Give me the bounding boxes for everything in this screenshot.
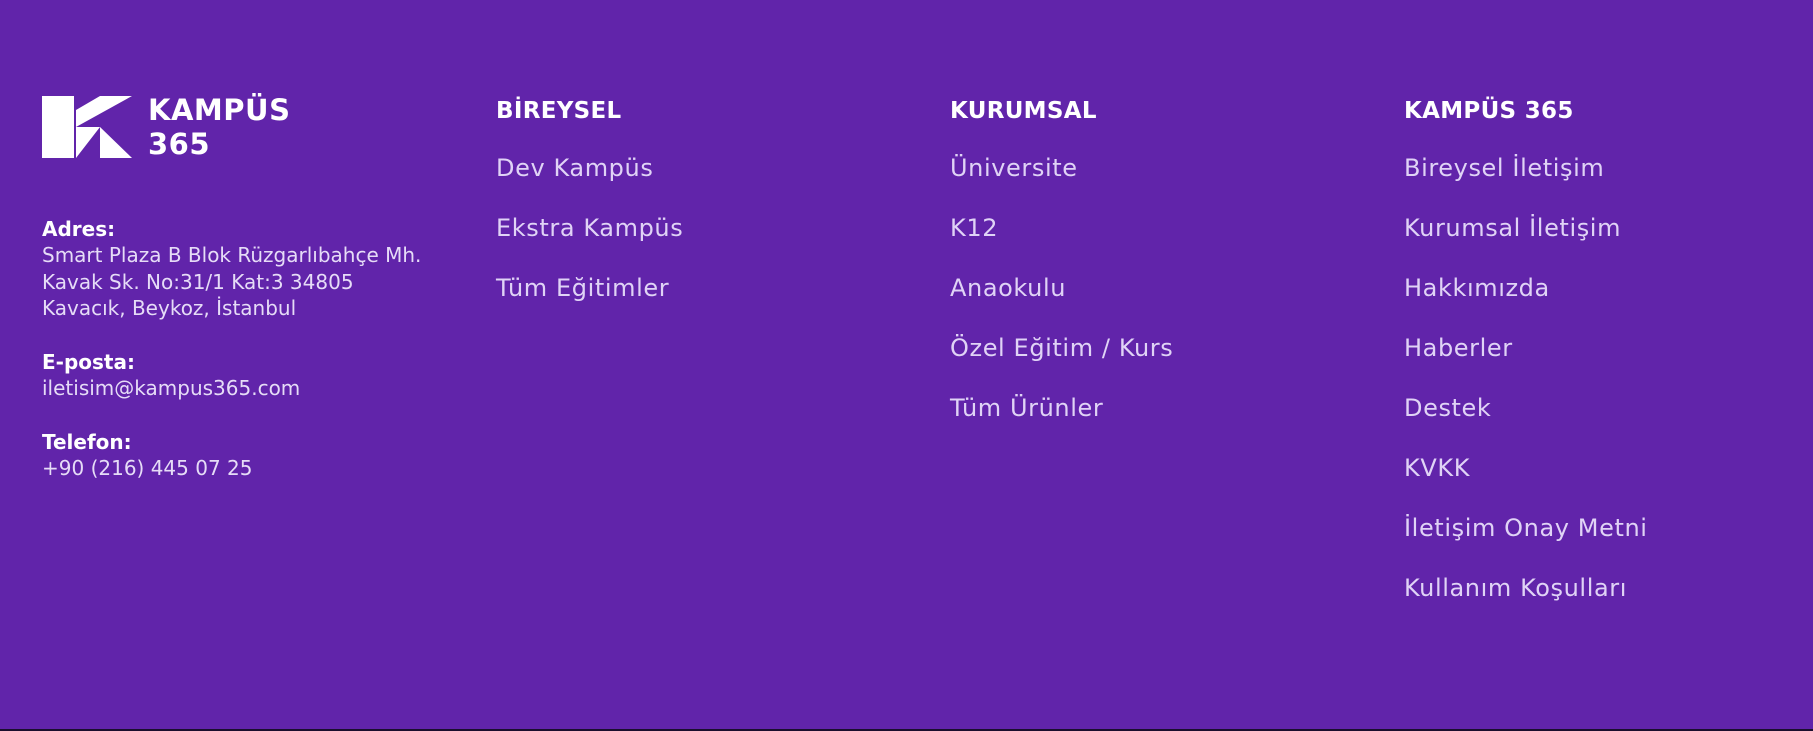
site-footer: KAMPÜS 365 Adres: Smart Plaza B Blok Rüz… bbox=[0, 0, 1813, 729]
logo-wordmark: KAMPÜS 365 bbox=[148, 93, 290, 161]
kurumsal-title: KURUMSAL bbox=[950, 98, 1097, 124]
bireysel-links: Dev Kampüs Ekstra Kampüs Tüm Eğitimler bbox=[496, 153, 683, 303]
logo-text-line1: KAMPÜS bbox=[148, 93, 291, 127]
footer-bireysel-column: BİREYSEL Dev Kampüs Ekstra Kampüs Tüm Eğ… bbox=[496, 96, 683, 333]
footer-link-anaokulu[interactable]: Anaokulu bbox=[950, 273, 1173, 303]
kampus365-title: KAMPÜS 365 bbox=[1404, 98, 1574, 124]
email-link[interactable]: iletisim@kampus365.com bbox=[42, 375, 300, 402]
kampus365-links: Bireysel İletişim Kurumsal İletişim Hakk… bbox=[1404, 153, 1648, 603]
footer-link-ozel-egitim[interactable]: Özel Eğitim / Kurs bbox=[950, 333, 1173, 363]
footer-link-bireysel-iletisim[interactable]: Bireysel İletişim bbox=[1404, 153, 1648, 183]
bireysel-title: BİREYSEL bbox=[496, 98, 622, 124]
footer-link-universite[interactable]: Üniversite bbox=[950, 153, 1173, 183]
footer-contact-column: KAMPÜS 365 Adres: Smart Plaza B Blok Rüz… bbox=[42, 93, 472, 480]
footer-link-tum-urunler[interactable]: Tüm Ürünler bbox=[950, 393, 1173, 423]
kurumsal-links: Üniversite K12 Anaokulu Özel Eğitim / Ku… bbox=[950, 153, 1173, 423]
phone-link[interactable]: +90 (216) 445 07 25 bbox=[42, 455, 253, 482]
address-line: Kavacık, Beykoz, İstanbul bbox=[42, 296, 297, 320]
phone-label: Telefon: bbox=[42, 430, 132, 454]
footer-link-kvkk[interactable]: KVKK bbox=[1404, 453, 1648, 483]
address-line: Kavak Sk. No:31/1 Kat:3 34805 bbox=[42, 269, 354, 294]
email-label: E-posta: bbox=[42, 350, 135, 374]
footer-link-ekstra-kampus[interactable]: Ekstra Kampüs bbox=[496, 213, 683, 243]
address-line: Smart Plaza B Blok Rüzgarlıbahçe Mh. bbox=[42, 243, 422, 267]
phone-block: Telefon: +90 (216) 445 07 25 bbox=[42, 429, 253, 482]
footer-link-haberler[interactable]: Haberler bbox=[1404, 333, 1648, 363]
footer-link-kullanim-kosullari[interactable]: Kullanım Koşulları bbox=[1404, 573, 1648, 603]
footer-kurumsal-column: KURUMSAL Üniversite K12 Anaokulu Özel Eğ… bbox=[950, 96, 1173, 453]
email-block: E-posta: iletisim@kampus365.com bbox=[42, 349, 300, 402]
kampus365-logo[interactable]: KAMPÜS 365 bbox=[42, 93, 472, 161]
logo-text-line2: 365 bbox=[148, 127, 211, 161]
address-label: Adres: bbox=[42, 217, 116, 241]
footer-link-k12[interactable]: K12 bbox=[950, 213, 1173, 243]
footer-link-iletisim-onay-metni[interactable]: İletişim Onay Metni bbox=[1404, 513, 1648, 543]
footer-kampus365-column: KAMPÜS 365 Bireysel İletişim Kurumsal İl… bbox=[1404, 96, 1648, 633]
footer-link-tum-egitimler[interactable]: Tüm Eğitimler bbox=[496, 273, 683, 303]
footer-link-destek[interactable]: Destek bbox=[1404, 393, 1648, 423]
footer-link-dev-kampus[interactable]: Dev Kampüs bbox=[496, 153, 683, 183]
footer-link-kurumsal-iletisim[interactable]: Kurumsal İletişim bbox=[1404, 213, 1648, 243]
kampus-k-logo-icon bbox=[42, 96, 132, 158]
address-block: Adres: Smart Plaza B Blok Rüzgarlıbahçe … bbox=[42, 216, 421, 322]
footer-link-hakkimizda[interactable]: Hakkımızda bbox=[1404, 273, 1648, 303]
